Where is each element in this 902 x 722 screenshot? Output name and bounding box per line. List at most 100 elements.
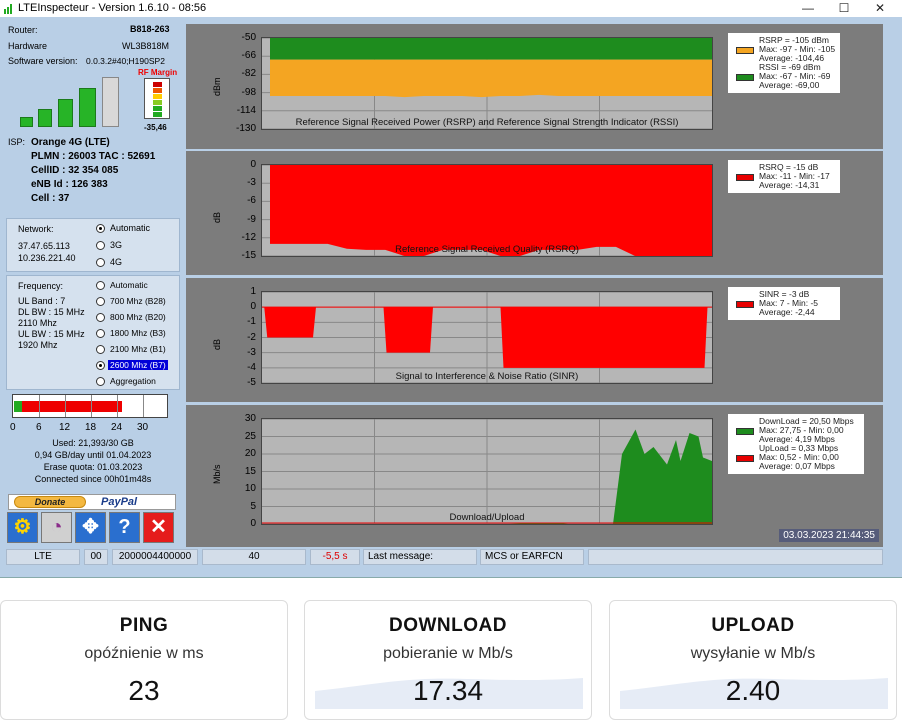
quota-tick-label: 0: [10, 422, 16, 433]
network-radio-2[interactable]: [96, 258, 105, 267]
title-bar[interactable]: LTEInspecteur - Version 1.6.10 - 08:56 —…: [0, 0, 902, 17]
app-icon: [4, 4, 12, 14]
rf-margin-label: RF Margin: [138, 68, 178, 77]
speedtest-subtitle: opóźnienie w ms: [84, 645, 204, 662]
network-radio-1[interactable]: [96, 241, 105, 250]
help-icon[interactable]: ?: [109, 512, 140, 543]
frequency-radio-5[interactable]: [96, 361, 105, 370]
chart-yticks: 0 -3 -6 -9 -12 -15: [186, 151, 258, 275]
cell-id: CellID : 32 354 085: [31, 165, 119, 176]
frequency-option-label[interactable]: 1800 Mhz (B3): [110, 328, 166, 338]
legend-line: Average: -2,44: [759, 307, 815, 317]
connected-since: Connected since 00h01m48s: [34, 474, 152, 484]
frequency-radio-0[interactable]: [96, 281, 105, 290]
frequency-radio-6[interactable]: [96, 377, 105, 386]
hardware-value: WL3B818M: [122, 41, 170, 51]
frequency-option-label[interactable]: Automatic: [110, 280, 148, 290]
chart-panel-rsrp: dBm -50 -66 -82 -98 -114 -130 Reference Signal …: [186, 24, 883, 149]
legend-swatch: [736, 47, 754, 54]
chart-ytick: -114: [236, 104, 256, 116]
settings-icon[interactable]: ⚙: [7, 512, 38, 543]
legend-item: RSSI = -69 dBm Max: -67 - Min: -69 Average…: [731, 63, 837, 90]
settings-icon-glyph: ⚙: [13, 516, 32, 538]
chart-svg-rsrq: [262, 164, 712, 257]
frequency-option-label[interactable]: 700 Mhz (B28): [110, 296, 166, 306]
window-title: LTEInspecteur - Version 1.6.10 - 08:56: [18, 2, 207, 14]
quota-bar-used-fill: [21, 401, 122, 412]
chart-title-dl: Download/Upload: [449, 512, 525, 523]
last-message-value: MCS or EARFCN: [480, 549, 584, 565]
chart-ytick: 0: [250, 159, 256, 170]
network-group: Network: 37.47.65.113 10.236.221.40 Auto…: [6, 218, 180, 272]
legend-item: RSRQ = -15 dB Max: -11 - Min: -17 Average:…: [731, 163, 837, 190]
status-id: 2000004400000: [112, 549, 198, 565]
frequency-option-label[interactable]: 2100 Mhz (B1): [110, 344, 166, 354]
speedtest-value: 17.34: [412, 675, 484, 706]
network-option-label[interactable]: 3G: [110, 240, 122, 250]
chart-ytick: -12: [241, 231, 256, 243]
frequency-radio-1[interactable]: [96, 297, 105, 306]
legend-line: Average: 0,07 Mbps: [759, 461, 835, 471]
chart-yticks: 30 25 20 15 10 5 0: [186, 405, 258, 544]
legend-item: UpLoad = 0,33 Mbps Max: 0,52 - Min: 0,00 A…: [731, 444, 861, 471]
chart-ytick: -5: [247, 377, 256, 388]
frequency-info-line: 2110 Mhz: [18, 318, 57, 328]
chart-ytick: 1: [250, 286, 256, 297]
frequency-radio-3[interactable]: [96, 329, 105, 338]
gauge-icon-glyph: ◔: [50, 516, 63, 538]
quota-tick-label: 18: [85, 422, 97, 433]
fullscreen-icon[interactable]: ✥: [75, 512, 106, 543]
lteinspecteur-window: LTEInspecteur - Version 1.6.10 - 08:56 —…: [0, 0, 902, 578]
speedtest-card-upload: UPLOAD wysyłanie w Mb/s 2.40: [609, 600, 897, 720]
maximize-button[interactable]: ☐: [826, 0, 862, 17]
frequency-info-line: UL Band : 7: [18, 296, 66, 306]
enb-id: eNB Id : 126 383: [31, 179, 108, 190]
legend-item: RSRP = -105 dBm Max: -97 - Min: -105 Avera…: [731, 36, 837, 63]
speedtest-title: DOWNLOAD: [389, 615, 507, 636]
sinr-segment: [383, 307, 433, 353]
rsrp-area: [270, 59, 712, 98]
rf-margin-gauge: [144, 78, 170, 119]
last-message-label: Last message:: [363, 549, 477, 565]
close-icon[interactable]: ✕: [143, 512, 174, 543]
chart-ytick: 5: [250, 500, 256, 512]
frequency-option-label[interactable]: 2600 Mhz (B7): [108, 360, 168, 370]
chart-ytick: -1: [247, 316, 256, 328]
software-label: Software version:: [8, 56, 78, 66]
network-option-label[interactable]: Automatic: [110, 223, 150, 233]
frequency-group: Frequency: UL Band : 7 DL BW : 15 MHz 2110…: [6, 275, 180, 390]
legend-swatch: [736, 428, 754, 435]
chart-ytick: 0: [250, 301, 256, 313]
chart-ytick: -15: [241, 250, 256, 261]
chart-ytick: -4: [247, 361, 256, 373]
network-radio-0[interactable]: [96, 224, 105, 233]
legend-swatch: [736, 74, 754, 81]
chart-ytick: -3: [247, 346, 256, 358]
frequency-option-label[interactable]: Aggregation: [110, 376, 156, 386]
signal-bar-2: [38, 109, 52, 127]
speedtest-title: UPLOAD: [711, 615, 795, 636]
chart-panel-dl: Mb/s 30 25 20 15 10 5 0 Download/Upload DownLoad …: [186, 405, 883, 547]
chart-legend-dl: DownLoad = 20,50 Mbps Max: 27,75 - Min: 0…: [728, 414, 864, 474]
minimize-button[interactable]: —: [790, 0, 826, 17]
gauge-icon[interactable]: ◔: [41, 512, 72, 543]
legend-item: SINR = -3 dB Max: 7 - Min: -5 Average: -2,…: [731, 290, 837, 317]
chart-ytick: 20: [244, 448, 256, 459]
frequency-radio-2[interactable]: [96, 313, 105, 322]
chart-ytick: -3: [247, 177, 256, 189]
frequency-radio-4[interactable]: [96, 345, 105, 354]
status-value-40: 40: [202, 549, 306, 565]
close-window-button[interactable]: ✕: [862, 0, 898, 17]
donate-button[interactable]: Donate PayPal: [8, 494, 176, 510]
signal-bar-3: [58, 99, 73, 127]
status-bar: LTE 00 2000004400000 40 -5,5 s Last mess…: [0, 548, 883, 566]
chart-ytick: -2: [247, 331, 256, 343]
chart-plot-dl: [261, 418, 713, 525]
isp-label: ISP:: [8, 137, 26, 147]
network-option-label[interactable]: 4G: [110, 257, 122, 267]
chart-title-rsrq: Reference Signal Received Quality (RSRQ): [395, 244, 579, 255]
speedtest-subtitle: pobieranie w Mb/s: [383, 645, 513, 662]
frequency-option-label[interactable]: 800 Mhz (B20): [110, 312, 166, 322]
router-label: Router:: [8, 25, 38, 35]
sidebar: Router: B818-263 Hardware WL3B818M Softw…: [2, 20, 184, 548]
